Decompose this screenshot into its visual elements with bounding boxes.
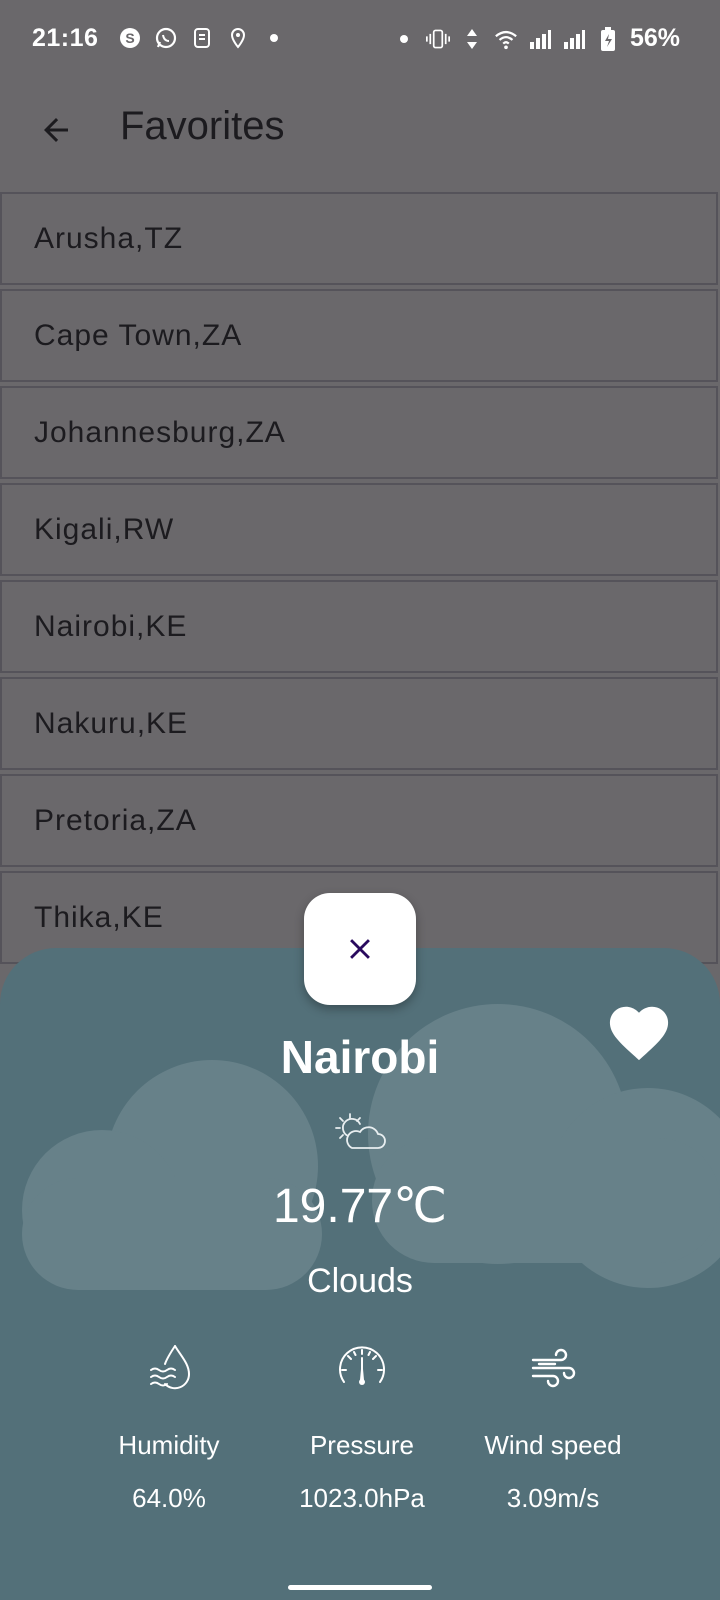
wind-speed-value: 3.09m/s [506, 1483, 600, 1513]
favorite-heart-icon[interactable] [604, 998, 674, 1062]
page-title: Favorites [120, 104, 285, 148]
vibrate-icon [425, 27, 450, 51]
wind-speed-label: Wind speed [484, 1430, 622, 1460]
list-item-label: Nakuru,KE [34, 706, 189, 740]
list-item[interactable]: Pretoria,ZA [0, 774, 718, 867]
battery-icon [596, 26, 620, 51]
dot-icon [262, 26, 286, 50]
app-icon [190, 26, 214, 50]
location-icon [226, 26, 250, 50]
skype-icon: S [118, 26, 142, 50]
list-item[interactable]: Johannesburg,ZA [0, 386, 718, 479]
close-button[interactable] [304, 893, 416, 1005]
pressure-label: Pressure [309, 1430, 415, 1460]
humidity-value: 64.0% [132, 1483, 206, 1513]
partly-cloudy-icon [335, 1113, 386, 1149]
list-item-label: Johannesburg,ZA [34, 415, 286, 449]
favorites-list: Arusha,TZ Cape Town,ZA Johannesburg,ZA K… [0, 192, 720, 968]
list-item-label: Cape Town,ZA [34, 318, 243, 352]
status-bar: 21:16 S 56% [0, 0, 720, 80]
list-item-label: Arusha,TZ [34, 221, 184, 255]
battery-percent: 56% [629, 24, 680, 52]
list-item-label: Pretoria,ZA [34, 803, 197, 837]
pressure-stat: Pressure 1023.0hPa [267, 1340, 457, 1514]
humidity-icon [150, 1345, 191, 1390]
list-item[interactable]: Nakuru,KE [0, 677, 718, 770]
close-icon [350, 939, 370, 959]
weather-condition: Clouds [307, 1262, 413, 1300]
home-indicator[interactable] [288, 1585, 432, 1590]
list-item[interactable]: Nairobi,KE [0, 580, 718, 673]
app-bar: Favorites [0, 80, 720, 190]
signal-icon [528, 27, 552, 51]
temperature: 19.77℃ [272, 1180, 448, 1233]
status-time: 21:16 [32, 24, 99, 52]
list-item[interactable]: Kigali,RW [0, 483, 718, 576]
humidity-label: Humidity [118, 1430, 220, 1460]
list-item-label: Kigali,RW [34, 512, 175, 546]
whatsapp-icon [154, 26, 178, 50]
list-item[interactable]: Cape Town,ZA [0, 289, 718, 382]
pressure-value: 1023.0hPa [299, 1483, 425, 1513]
data-arrows-icon [460, 27, 484, 51]
signal-r-icon [562, 27, 586, 51]
status-right-icons: 56% [392, 24, 680, 53]
pressure-gauge-icon [339, 1346, 385, 1385]
status-left-icons: S [118, 26, 286, 50]
dot-icon [392, 27, 416, 51]
wifi-icon [494, 27, 518, 51]
svg-text:S: S [125, 30, 134, 46]
back-button[interactable] [30, 104, 82, 156]
list-item-label: Thika,KE [34, 900, 164, 934]
arrow-back-icon [44, 118, 68, 142]
wind-stat: Wind speed 3.09m/s [458, 1340, 648, 1514]
humidity-stat: Humidity 64.0% [74, 1340, 264, 1514]
wind-icon [531, 1348, 576, 1388]
list-item[interactable]: Arusha,TZ [0, 192, 718, 285]
list-item-label: Nairobi,KE [34, 609, 188, 643]
